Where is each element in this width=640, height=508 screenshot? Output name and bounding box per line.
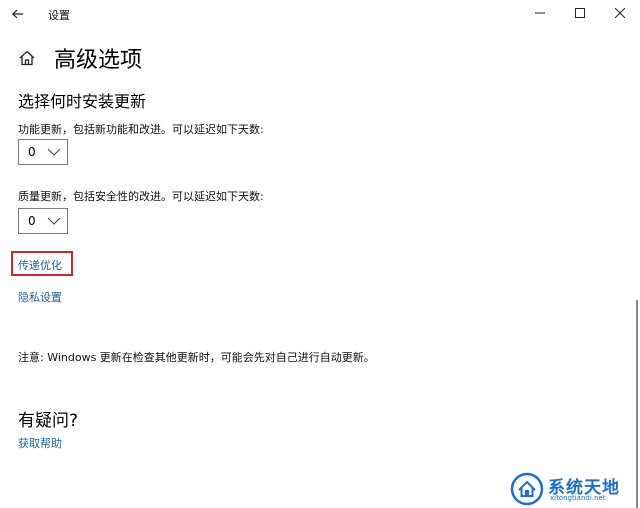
title-bar: 设置 <box>0 0 640 30</box>
quality-update-label: 质量更新，包括安全性的改进。可以延迟如下天数: <box>18 190 264 203</box>
watermark-house-icon <box>510 472 544 506</box>
questions-heading: 有疑问? <box>18 411 79 431</box>
delivery-optimization-link[interactable]: 传递优化 <box>18 257 62 273</box>
back-button[interactable] <box>4 2 32 26</box>
page-header: 高级选项 <box>18 42 142 74</box>
minimize-button[interactable] <box>520 0 560 26</box>
window-controls <box>520 0 640 28</box>
watermark-subtext: xitongtiandi.net <box>550 494 606 502</box>
watermark-logo: 系统天地 xitongtiandi.net <box>510 472 636 506</box>
minimize-icon <box>535 12 545 14</box>
page-title: 高级选项 <box>54 48 143 73</box>
privacy-settings-link[interactable]: 隐私设置 <box>18 289 62 305</box>
home-icon[interactable] <box>18 49 36 67</box>
close-button[interactable] <box>600 0 640 26</box>
quality-update-deferral-select[interactable]: 0 <box>18 208 68 234</box>
chevron-down-icon <box>47 148 61 156</box>
quality-update-deferral-value: 0 <box>28 214 36 228</box>
feature-update-label: 功能更新，包括新功能和改进。可以延迟如下天数: <box>18 123 264 136</box>
app-title: 设置 <box>48 9 70 22</box>
update-note: 注意: Windows 更新在检查其他更新时，可能会先对自己进行自动更新。 <box>18 351 375 364</box>
close-icon <box>615 8 625 18</box>
chevron-down-icon <box>47 217 61 225</box>
feature-update-deferral-value: 0 <box>28 145 36 159</box>
maximize-icon <box>575 8 585 18</box>
back-arrow-icon <box>12 9 23 19</box>
update-timing-heading: 选择何时安装更新 <box>18 92 147 111</box>
feature-update-deferral-select[interactable]: 0 <box>18 139 68 165</box>
get-help-link[interactable]: 获取帮助 <box>18 435 62 451</box>
maximize-button[interactable] <box>560 0 600 26</box>
scrollbar[interactable] <box>636 300 638 508</box>
settings-window: 设置 高级选项 选择何时安装更新 功能更新，包括新功能和改进。可以延迟如下天数:… <box>0 0 640 508</box>
